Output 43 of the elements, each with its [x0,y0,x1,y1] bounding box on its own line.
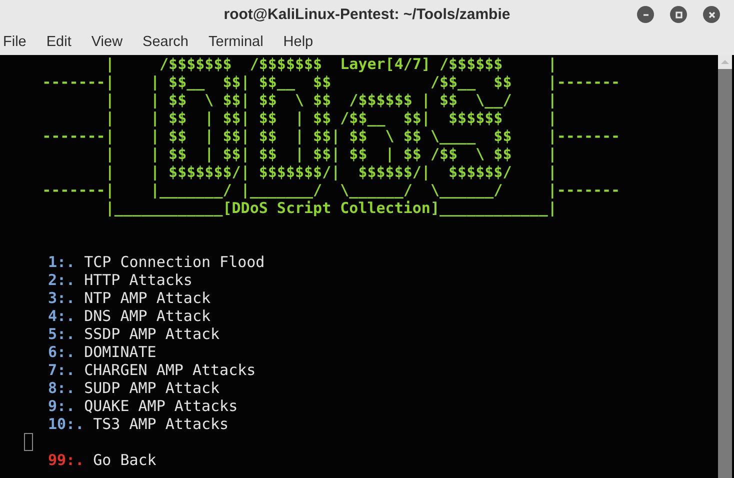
menu-item[interactable]: Help [283,32,314,54]
option-label: TCP Connection Flood [84,253,265,271]
banner-line: |____________[DDoS Script Collection]____________| [104,199,557,217]
menu-item[interactable]: File [3,32,26,54]
option-label: NTP AMP Attack [84,289,211,307]
option-number: 7:. [48,361,76,379]
option-number: 10:. [48,415,84,433]
option-number: 8:. [48,379,76,397]
menu-item[interactable]: View [91,32,123,54]
option-number: 3:. [48,289,76,307]
close-icon[interactable] [703,6,720,23]
scrollbar[interactable] [718,55,732,478]
banner-line: | | $$ | $$| $$ | $$| $$ | $$ /$$ \ $$ | [104,145,557,163]
option-label: CHARGEN AMP Attacks [84,361,256,379]
maximize-icon[interactable] [670,6,687,23]
option-label: SSDP AMP Attack [84,325,220,343]
option-number: 4:. [48,307,76,325]
banner-line: | | $$ \ $$| $$ \ $$ /$$$$$$ | $$ \__/ | [104,91,557,109]
option-number: 9:. [48,397,76,415]
option-number: 1:. [48,253,76,271]
banner-line: -------| | $$__ $$| $$__ $$ /$$__ $$ |------- [41,73,620,91]
option-label: HTTP Attacks [84,271,192,289]
option-label: DNS AMP Attack [84,307,211,325]
option-label: QUAKE AMP Attacks [84,397,238,415]
menu-item[interactable]: Terminal [208,32,264,54]
window-title: root@KaliLinux-Pentest: ~/Tools/zambie [224,4,510,25]
menu-item[interactable]: Edit [46,32,72,54]
option-label: SUDP AMP Attack [84,379,220,397]
option-label: Go Back [93,451,156,469]
banner-line: | | $$ | $$| $$ | $$ /$$__ $$| $$$$$$ | [104,109,557,127]
cursor-icon [24,433,33,451]
banner-line: | | $$$$$$$/| $$$$$$$/| $$$$$$/| $$$$$$/ | [104,163,557,181]
option-number: 2:. [48,271,76,289]
option-number: 5:. [48,325,76,343]
option-number: 6:. [48,343,76,361]
banner-line: -------| |_______/ |_______/ \______/ \______/ |------- [41,181,620,199]
option-label: DOMINATE [84,343,156,361]
option-number: 99:. [48,451,84,469]
banner-line: | /$$$$$$$ /$$$$$$$ Layer[4/7] /$$$$$$ | [104,55,557,73]
option-label: TS3 AMP Attacks [93,415,229,433]
banner-line: -------| | $$ | $$| $$ | $$| $$ \ $$ \____ $$ |------- [41,127,620,145]
menu-item[interactable]: Search [142,32,188,54]
minimize-icon[interactable] [637,6,654,23]
